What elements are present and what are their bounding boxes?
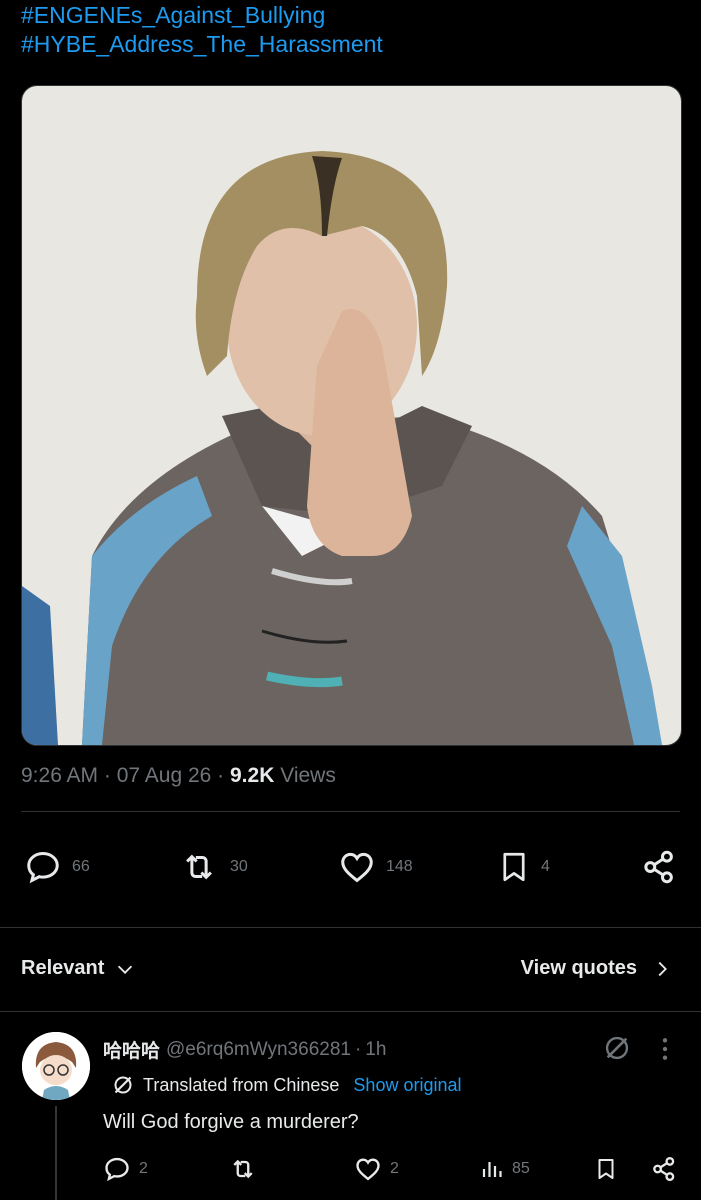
reply-button[interactable]: 66	[24, 848, 90, 886]
hashtag-link-engenes[interactable]: #ENGENEs_Against_Bullying	[21, 1, 325, 29]
reply-repost-button[interactable]	[227, 1155, 259, 1183]
heart-icon	[356, 1158, 380, 1181]
reply-header: 哈哈哈 @e6rq6mWyn366281 · 1h	[103, 1036, 386, 1063]
share-icon	[644, 850, 673, 884]
repost-arrows-icon	[233, 1159, 253, 1179]
reply-views-count: 85	[512, 1160, 530, 1177]
avatar[interactable]	[22, 1032, 90, 1100]
tweet-date: 07 Aug 26	[116, 764, 212, 787]
vertical-dots-icon	[662, 1038, 668, 1060]
sort-label: Relevant	[21, 957, 105, 979]
reply-display-name[interactable]: 哈哈哈	[103, 1036, 160, 1063]
slashed-circle-icon	[605, 1036, 629, 1060]
meta-separator: ·	[354, 1038, 362, 1060]
reply-text: Will God forgive a murderer?	[103, 1111, 359, 1133]
tweet-meta: 9:26 AM · 07 Aug 26 · 9.2K Views	[21, 764, 336, 788]
repost-count: 30	[230, 858, 248, 875]
show-original-link[interactable]: Show original	[353, 1075, 461, 1096]
heart-icon	[341, 852, 373, 883]
divider	[21, 811, 680, 812]
speech-bubble-icon	[27, 852, 59, 884]
grok-button[interactable]	[603, 1034, 631, 1067]
like-button[interactable]: 148	[338, 848, 413, 886]
repost-button[interactable]: 30	[178, 848, 248, 886]
divider	[0, 927, 701, 928]
view-quotes-link[interactable]: View quotes	[521, 957, 673, 980]
hashtag-link-hybe[interactable]: #HYBE_Address_The_Harassment	[21, 30, 383, 58]
reply-time[interactable]: 1h	[365, 1039, 386, 1061]
bar-chart-icon	[482, 1162, 502, 1177]
reply-like-count: 2	[390, 1160, 399, 1177]
view-quotes-label: View quotes	[520, 957, 637, 979]
reply-like-button[interactable]: 2	[354, 1155, 399, 1183]
meta-separator: ·	[217, 764, 230, 787]
like-count: 148	[386, 858, 413, 875]
reply-reply-button[interactable]: 2	[103, 1155, 148, 1183]
share-button[interactable]	[640, 848, 678, 886]
slashed-circle-icon	[114, 1076, 132, 1094]
reply-handle[interactable]: @e6rq6mWyn366281	[166, 1039, 351, 1061]
views-label: Views	[280, 764, 336, 787]
translation-notice: Translated from Chinese Show original	[111, 1073, 461, 1097]
chevron-right-icon	[658, 961, 667, 976]
photo-illustration	[22, 86, 681, 745]
translated-label: Translated from Chinese	[143, 1074, 340, 1095]
share-icon	[653, 1156, 675, 1182]
bookmark-icon	[503, 852, 525, 882]
reply-count: 66	[72, 858, 90, 875]
bookmark-button[interactable]: 4	[497, 847, 550, 887]
tweet-photo[interactable]	[21, 85, 682, 746]
reply-share-button[interactable]	[650, 1155, 678, 1183]
thread-line	[55, 1106, 57, 1200]
meta-separator: ·	[103, 764, 117, 787]
bookmark-icon	[598, 1159, 614, 1179]
views-count: 9.2K	[230, 764, 275, 787]
speech-bubble-icon	[105, 1157, 129, 1182]
chevron-down-icon	[118, 965, 133, 974]
avatar-illustration	[22, 1032, 90, 1100]
tweet-time: 9:26 AM	[21, 764, 99, 787]
divider	[0, 1011, 701, 1012]
sort-dropdown[interactable]: Relevant	[21, 957, 136, 980]
reply-bookmark-button[interactable]	[594, 1154, 618, 1184]
reply-reply-count: 2	[139, 1160, 148, 1177]
bookmark-count: 4	[541, 858, 550, 875]
repost-arrows-icon	[186, 854, 212, 880]
reply-views-button[interactable]: 85	[480, 1155, 530, 1183]
more-options-button[interactable]	[658, 1036, 672, 1067]
